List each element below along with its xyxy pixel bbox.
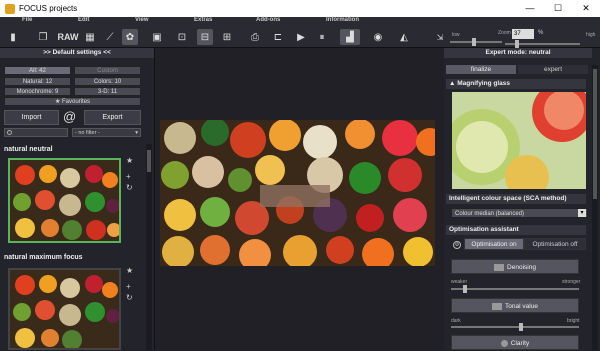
zoom-slider[interactable]	[505, 40, 580, 48]
palette-icon[interactable]: ✿	[122, 29, 138, 45]
copy-icon[interactable]: ❐	[35, 29, 51, 45]
magnifier-preview	[444, 82, 592, 199]
filter-all[interactable]: All: 42	[4, 66, 71, 75]
fruit-thumbnail-2	[10, 270, 120, 350]
at-button[interactable]: @	[63, 109, 76, 124]
menu-information[interactable]: Information	[326, 17, 359, 23]
magnified-photo	[444, 82, 592, 199]
dark-label: dark	[451, 318, 461, 324]
filter-dropdown[interactable]: - no filter - ▾	[72, 128, 141, 137]
right-scrollbar[interactable]	[592, 65, 598, 350]
minimize-button[interactable]: —	[516, 3, 544, 14]
save-icon[interactable]: ▣	[149, 29, 165, 45]
optimisation-section[interactable]: Optimisation assistant	[446, 225, 586, 235]
filter-natural[interactable]: Natural: 12	[4, 77, 71, 86]
app-icon	[5, 3, 15, 14]
fruit-photo	[160, 118, 444, 271]
image-grid-icon[interactable]: ▦	[82, 29, 98, 45]
chevron-down-icon: ▾	[135, 130, 138, 136]
add-icon[interactable]: +	[126, 172, 131, 181]
transform-icon[interactable]: ⊡	[174, 29, 190, 45]
import-button[interactable]: Import	[4, 110, 59, 125]
brush-icon[interactable]: ⟋	[102, 29, 118, 45]
tab-finalize[interactable]: finalize	[446, 65, 516, 74]
preset-scrollbar[interactable]	[146, 144, 152, 350]
stack-icon[interactable]: ⊟	[197, 29, 213, 45]
zoom-input[interactable]: 37	[512, 29, 534, 39]
optimisation-off-button[interactable]: Optimisation off	[524, 238, 586, 250]
tab-expert[interactable]: expert	[518, 65, 588, 74]
menu-addons[interactable]: Add-ons	[256, 17, 280, 23]
quality-slider[interactable]	[450, 38, 502, 46]
tonal-icon	[492, 302, 503, 310]
default-settings-header[interactable]: >> Default settings <<	[0, 48, 154, 58]
menu-edit[interactable]: Edit	[78, 17, 89, 23]
favourite-star-icon[interactable]: ★	[126, 156, 133, 165]
compare-icon[interactable]: ◭	[396, 29, 412, 45]
optimisation-on-button[interactable]: Optimisation on	[464, 238, 524, 250]
zoom-label: Zoom	[498, 30, 511, 36]
window-title: FOCUS projects	[19, 4, 78, 13]
clarity-icon	[500, 339, 508, 347]
filter-colors[interactable]: Colors: 10	[74, 77, 141, 86]
menu-bar: File Edit View Extras Add-ons Informatio…	[0, 17, 600, 26]
preset-title-natural-maximum-focus: natural maximum focus	[4, 254, 83, 261]
right-panel: Expert mode: neutral finalize expert ▲ M…	[444, 48, 600, 350]
eye-icon[interactable]: ◉	[370, 29, 386, 45]
histogram-icon[interactable]: ▟	[340, 29, 360, 45]
filter-monochrome[interactable]: Monochrome: 9	[4, 87, 71, 96]
high-label: high	[586, 32, 596, 38]
tonal-value-button[interactable]: Tonal value	[451, 298, 579, 313]
magnifier-section[interactable]: ▲ Magnifying glass	[446, 79, 586, 89]
denoise-icon	[494, 263, 505, 271]
colour-space-section[interactable]: Intelligent colour space (SCA method)	[446, 194, 586, 204]
clarity-button[interactable]: Clarity	[451, 335, 579, 350]
close-button[interactable]: ✕	[572, 3, 600, 14]
chevron-up-icon: ▲	[449, 80, 458, 87]
expert-mode-header: Expert mode: neutral	[444, 48, 592, 58]
denoising-slider[interactable]	[451, 285, 579, 293]
refresh-icon-2[interactable]: ↻	[126, 293, 133, 302]
play-icon[interactable]: ▶	[293, 29, 309, 45]
title-bar: FOCUS projects — ☐ ✕	[0, 0, 600, 17]
zoom-unit: %	[538, 30, 544, 36]
low-label: low	[452, 32, 460, 38]
main-image-preview[interactable]	[160, 118, 444, 271]
preset-thumb-natural-maximum-focus[interactable]	[8, 268, 121, 350]
colour-median-dropdown[interactable]: Colour median (balanced) ▾	[451, 208, 588, 218]
raw-button[interactable]: RAW	[58, 29, 79, 45]
search-input[interactable]	[4, 128, 68, 137]
maximize-button[interactable]: ☐	[544, 3, 572, 14]
print-icon[interactable]: ⎙	[247, 29, 263, 45]
preset-title-natural-neutral: natural neutral	[4, 146, 53, 153]
chevron-down-icon: ▾	[578, 209, 586, 217]
tonal-slider[interactable]	[451, 323, 579, 331]
denoising-button[interactable]: Denoising	[451, 259, 579, 274]
menu-view[interactable]: View	[135, 17, 149, 23]
preset-thumb-natural-neutral[interactable]	[8, 158, 121, 243]
arrow-icon[interactable]: ⇲	[432, 29, 448, 45]
toolbar: ▮ ❐ RAW ▦ ⟋ ✿ ▣ ⊡ ⊟ ⊞ ⎙ ⊏ ▶ ⏸ ▟ ◉ ◭ ⇲ lo…	[0, 26, 600, 48]
pause-icon[interactable]: ⏸	[314, 29, 330, 45]
filter-favourites[interactable]: ★ Favourites	[4, 97, 141, 106]
left-panel: >> Default settings << All: 42 Custom Na…	[0, 48, 155, 350]
add-icon-2[interactable]: +	[126, 282, 131, 291]
gear-icon[interactable]: ⚙	[453, 241, 461, 249]
bright-label: bright	[567, 318, 580, 324]
fruit-thumbnail	[10, 160, 121, 241]
favourite-star-icon-2[interactable]: ★	[126, 266, 133, 275]
new-project-icon[interactable]: ▮	[5, 29, 21, 45]
export-button[interactable]: Export	[84, 110, 141, 125]
filter-3d[interactable]: 3-D: 11	[74, 87, 141, 96]
slideshow-icon[interactable]: ⊏	[270, 29, 286, 45]
menu-extras[interactable]: Extras	[194, 17, 212, 23]
menu-file[interactable]: File	[22, 17, 32, 23]
filter-custom[interactable]: Custom	[74, 66, 141, 75]
stack-export-icon[interactable]: ⊞	[219, 29, 235, 45]
stronger-label: stronger	[562, 279, 581, 285]
star-icon: ★	[54, 99, 63, 105]
refresh-icon[interactable]: ↻	[126, 183, 133, 192]
